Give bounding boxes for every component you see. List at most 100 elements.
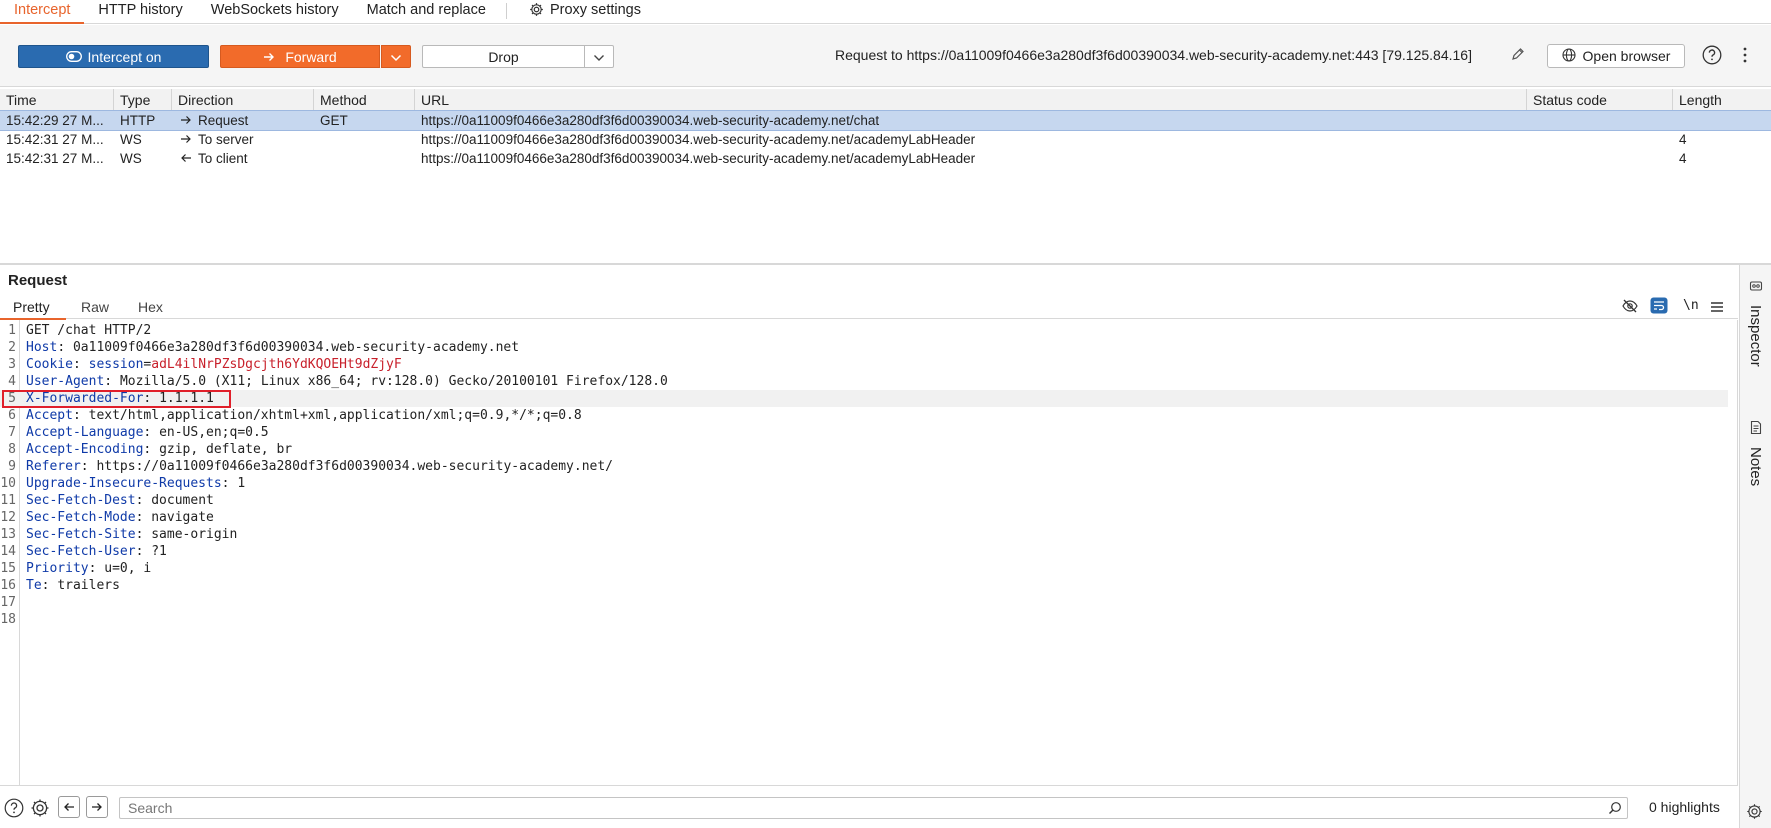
open-browser-button[interactable]: Open browser — [1547, 44, 1685, 68]
panel-divider[interactable] — [0, 263, 1771, 265]
header-value: same-origin — [151, 527, 238, 542]
gear-icon — [529, 2, 544, 24]
column-header-time[interactable]: Time — [0, 89, 114, 111]
help-icon[interactable] — [1702, 45, 1722, 68]
cookie-value: adL4ilNrPZsDgcjth6YdKQOEHt9dZjyF — [151, 357, 402, 372]
header-name: Te — [26, 578, 42, 593]
inspector-panel-toggle[interactable]: Inspector — [1740, 279, 1771, 379]
intercept-toolbar: Intercept on Forward Drop Request to htt… — [0, 25, 1771, 87]
column-header-url[interactable]: URL — [415, 89, 1527, 111]
drop-dropdown-button[interactable] — [584, 45, 614, 68]
edit-target-pencil-icon[interactable] — [1511, 47, 1525, 64]
more-options-icon[interactable] — [1742, 45, 1748, 68]
tab-proxy-settings[interactable]: Proxy settings — [515, 0, 655, 23]
line-number: 2 — [8, 340, 16, 355]
header-name: Cookie — [26, 357, 73, 372]
pretty-format-toggle-icon[interactable] — [1650, 297, 1668, 317]
cell-length — [1673, 111, 1771, 130]
cell-direction: To client — [172, 149, 314, 168]
cell-direction-label: Request — [198, 113, 249, 128]
header-line: 8 Accept-Encoding: gzip, deflate, br — [0, 441, 1728, 458]
drop-button[interactable]: Drop — [422, 45, 585, 68]
tab-hex[interactable]: Hex — [138, 297, 163, 319]
request-line-text: GET /chat HTTP/2 — [26, 323, 152, 338]
header-name: Upgrade-Insecure-Requests — [26, 476, 222, 491]
newline-toggle-icon[interactable]: \n — [1683, 298, 1699, 313]
header-line: 14 Sec-Fetch-User: ?1 — [0, 544, 167, 559]
hide-non-printable-icon[interactable] — [1622, 299, 1638, 316]
search-icon[interactable] — [1608, 801, 1622, 818]
intercept-toggle-label: Intercept on — [87, 48, 162, 65]
header-name: Sec-Fetch-Mode — [26, 510, 136, 525]
notes-label: Notes — [1747, 447, 1764, 487]
tab-raw[interactable]: Raw — [81, 297, 109, 319]
header-name: Sec-Fetch-Site — [26, 527, 136, 542]
tab-websockets-history[interactable]: WebSockets history — [197, 0, 353, 23]
table-row[interactable]: 15:42:31 27 M... WS To server https://0a… — [0, 130, 1771, 149]
open-browser-label: Open browser — [1582, 48, 1671, 64]
column-header-type[interactable]: Type — [114, 89, 172, 111]
header-line: 16 Te: trailers — [0, 578, 120, 593]
header-line: 3 Cookie: session=adL4ilNrPZsDgcjth6YdKQO… — [0, 356, 1728, 373]
header-value: navigate — [151, 510, 214, 525]
chevron-down-icon — [593, 49, 605, 65]
column-header-status-code[interactable]: Status code — [1527, 89, 1673, 111]
column-header-length[interactable]: Length — [1673, 89, 1771, 111]
cell-time: 15:42:29 27 M... — [6, 113, 104, 128]
line-number: 10 — [0, 476, 16, 491]
forward-button[interactable]: Forward — [220, 45, 380, 68]
tab-intercept[interactable]: Intercept — [0, 0, 85, 24]
request-editor[interactable]: 1 GET /chat HTTP/2 2 Host: 0a11009f0466e3a… — [0, 320, 1738, 785]
drop-label: Drop — [488, 48, 519, 65]
search-input[interactable] — [119, 797, 1628, 819]
cell-direction: Request — [172, 111, 314, 130]
line-number: 6 — [8, 408, 16, 423]
tab-match-and-replace[interactable]: Match and replace — [353, 0, 500, 23]
intercept-toggle-button[interactable]: Intercept on — [18, 45, 209, 68]
line-number: 8 — [8, 442, 16, 457]
notes-icon — [1749, 420, 1763, 438]
header-name: Sec-Fetch-Dest — [26, 493, 136, 508]
header-name: Accept-Encoding — [26, 442, 144, 457]
line-number: 17 — [0, 595, 16, 610]
inspector-icon — [1749, 279, 1763, 296]
arrow-left-icon — [180, 149, 198, 168]
line-number: 12 — [0, 510, 16, 525]
header-line: 2 Host: 0a11009f0466e3a280df3f6d00390034.… — [0, 339, 1728, 356]
header-name: Priority — [26, 561, 89, 576]
column-header-direction[interactable]: Direction — [172, 89, 314, 111]
tab-pretty[interactable]: Pretty — [0, 297, 65, 320]
intercept-queue-table: Time Type Direction Method URL Status co… — [0, 89, 1771, 264]
cell-time: 15:42:31 27 M... — [6, 132, 104, 147]
previous-match-button[interactable] — [58, 796, 80, 818]
table-row[interactable]: 15:42:29 27 M... HTTP Request GET https:… — [0, 110, 1771, 131]
header-line: 5 X-Forwarded-For: 1.1.1.1 — [0, 390, 1728, 407]
notes-panel-toggle[interactable]: Notes — [1740, 420, 1771, 515]
cell-method: GET — [320, 113, 348, 128]
tab-http-history[interactable]: HTTP history — [84, 0, 196, 23]
line-number: 9 — [8, 459, 16, 474]
settings-gear-icon[interactable] — [1746, 803, 1763, 823]
cell-url: https://0a11009f0466e3a280df3f6d00390034… — [421, 113, 880, 128]
column-header-method[interactable]: Method — [314, 89, 415, 111]
cookie-name: session — [88, 357, 144, 372]
header-name: Referer — [26, 459, 81, 474]
line-number: 14 — [0, 544, 16, 559]
arrow-right-icon — [91, 799, 103, 815]
forward-dropdown-button[interactable] — [381, 45, 411, 68]
forward-label: Forward — [285, 48, 337, 65]
right-sidebar: Inspector Notes — [1739, 265, 1771, 828]
request-panel-title: Request — [8, 272, 68, 289]
menu-icon[interactable] — [1710, 300, 1724, 316]
cell-length: 4 — [1679, 132, 1687, 147]
help-icon[interactable] — [4, 798, 24, 821]
gear-icon[interactable] — [30, 798, 50, 821]
next-match-button[interactable] — [86, 796, 108, 818]
tab-proxy-settings-label: Proxy settings — [549, 2, 642, 18]
cell-status — [1527, 149, 1673, 168]
header-line: 7 Accept-Language: en-US,en;q=0.5 — [0, 424, 1728, 441]
table-row[interactable]: 15:42:31 27 M... WS To client https://0a… — [0, 149, 1771, 168]
header-value: trailers — [57, 578, 120, 593]
line-number: 3 — [8, 357, 16, 372]
line-number: 4 — [8, 374, 16, 389]
